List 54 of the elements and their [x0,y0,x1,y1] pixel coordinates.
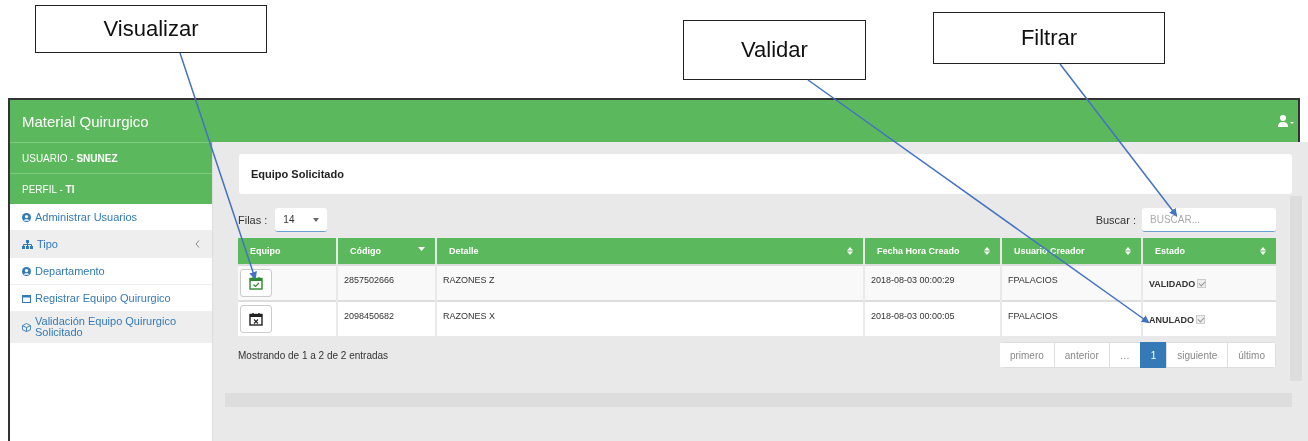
sort-icon [418,247,425,251]
view-button[interactable] [240,305,272,333]
callout-label: Visualizar [35,5,267,53]
table-info: Mostrando de 1 a 2 de 2 entradas [238,349,389,361]
search-field[interactable]: BUSCAR... [1142,208,1276,232]
pagination-button[interactable]: siguiente [1166,342,1229,368]
caret-icon [313,217,320,222]
column-header[interactable]: Fecha Hora Creado [865,238,1000,264]
sort-icon [1125,247,1131,255]
sort-icon [984,247,990,255]
calendar-x-icon [249,312,263,326]
table-cell: RAZONES X [437,300,863,336]
callout-label: Filtrar [933,12,1165,64]
status-text: ANULADO [1149,315,1194,325]
cube-icon [22,322,31,332]
pagination-button[interactable]: primero [999,342,1055,368]
table-cell: FPALACIOS [1002,264,1141,300]
rows-select[interactable]: 14 [275,208,328,232]
column-header[interactable]: Equipo [238,238,336,264]
column-header[interactable]: Usuario Creador [1002,238,1141,264]
status-checkbox[interactable] [1197,279,1207,288]
pagination-button[interactable]: último [1227,342,1276,368]
panel-title: Equipo Solicitado [239,154,1292,194]
pagination-button[interactable]: anterior [1053,342,1110,368]
user-info: USUARIO - SNUNEZ [22,152,118,164]
profile-info: PERFIL - TI [22,183,75,195]
status-text: VALIDADO [1149,279,1196,289]
table-cell: 2018-08-03 00:00:05 [865,300,1000,336]
calendar-check-icon [249,276,263,290]
sort-icon [847,247,853,255]
sort-icon [1260,247,1266,255]
app-title: Material Quirurgico [22,112,149,130]
table-cell: FPALACIOS [1002,300,1141,336]
table-cell: 2018-08-03 00:00:29 [865,264,1000,300]
sidebar-item[interactable]: Validación Equipo Quirurgico Solicitado [10,312,212,343]
user-icon [22,266,31,276]
search-label: Buscar : [1095,214,1136,226]
chevron-icon [195,240,200,248]
user-icon [22,212,31,222]
user-menu-icon[interactable] [1278,114,1294,128]
sidebar-item[interactable]: Tipo [10,231,212,258]
table-cell: RAZONES Z [437,264,863,300]
column-header[interactable]: Estado [1143,238,1276,264]
sitemap-icon [22,239,33,249]
callout-label: Validar [683,20,866,80]
column-header[interactable]: Detalle [437,238,863,264]
calendar-icon [22,293,31,303]
pagination-button[interactable]: … [1108,342,1141,368]
table-cell: 2857502666 [338,264,435,300]
rows-label: Filas : [238,214,268,226]
status-checkbox[interactable] [1196,315,1205,324]
column-header[interactable]: Código [338,238,435,264]
table-cell: 2098450682 [338,300,435,336]
pagination-button[interactable]: 1 [1139,342,1168,368]
